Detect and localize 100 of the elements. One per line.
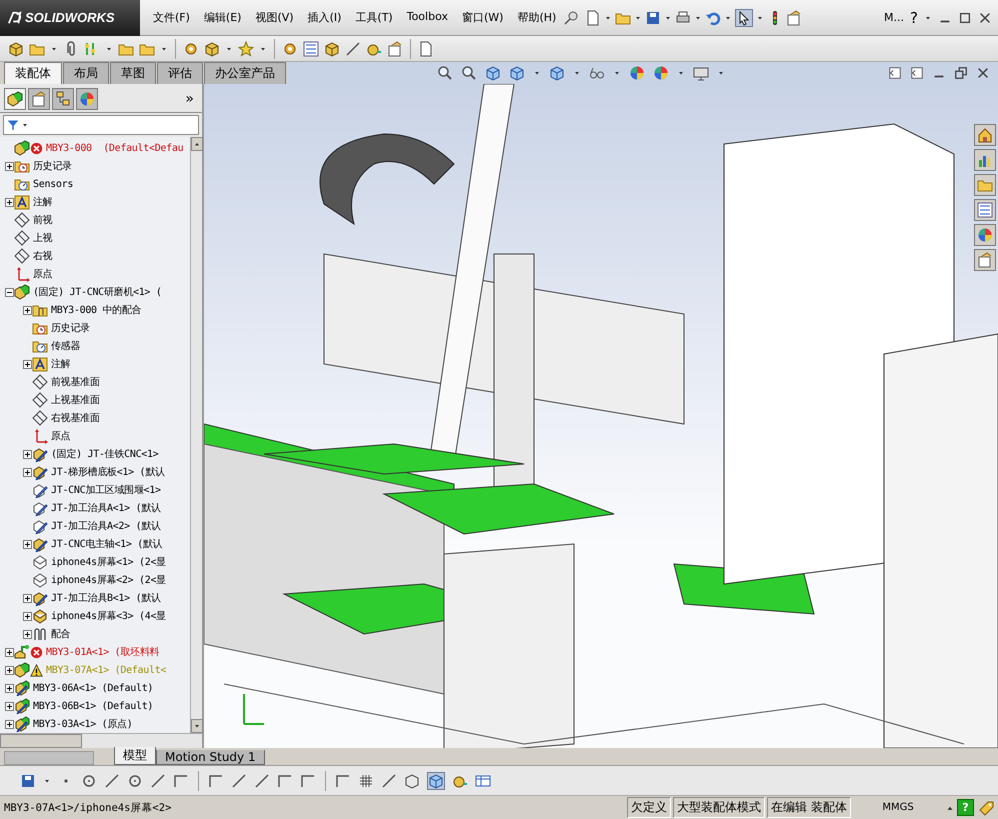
tree-item[interactable]: JT-CNC加工区域围堰<1> xyxy=(51,483,161,497)
cube-icon[interactable] xyxy=(428,772,444,788)
command-tab[interactable]: 装配体 xyxy=(4,62,62,84)
cube-icon[interactable] xyxy=(549,65,565,81)
horizontal-scrollbar[interactable] xyxy=(0,733,202,748)
toolbar-label[interactable]: M... xyxy=(884,11,904,24)
expand-toggle[interactable] xyxy=(22,630,32,638)
tree-item[interactable]: 历史记录 xyxy=(51,321,90,335)
tree-item[interactable]: JT-加工治具A<1> (默认 xyxy=(51,501,161,515)
menu-item[interactable]: 帮助(H) xyxy=(510,8,564,27)
tree-item[interactable]: MBY3-01A<1> (取坯料料 xyxy=(46,645,160,659)
tree-item[interactable]: iphone4s屏幕<3> (4<显 xyxy=(51,609,166,623)
expand-toggle[interactable] xyxy=(4,702,14,710)
expand-toggle[interactable] xyxy=(22,540,32,548)
tree-item[interactable]: 右视 xyxy=(33,249,52,263)
panel-tab[interactable] xyxy=(4,88,26,110)
tree-item[interactable]: 右视基准面 xyxy=(51,411,100,425)
home-icon[interactable] xyxy=(977,127,993,143)
zoom-area-icon[interactable] xyxy=(461,65,477,81)
expand-toggle[interactable] xyxy=(22,594,32,602)
save-icon[interactable] xyxy=(645,10,662,26)
tree-item[interactable]: JT-加工治具B<1> (默认 xyxy=(51,591,161,605)
tree-item[interactable]: 前视基准面 xyxy=(51,375,100,389)
corner-icon[interactable] xyxy=(173,772,189,788)
new-document-icon[interactable] xyxy=(585,10,602,26)
tree-item[interactable]: 注解 xyxy=(51,357,70,371)
panel-tab[interactable] xyxy=(28,88,50,110)
tree-item[interactable]: 配合 xyxy=(51,627,70,641)
restore-icon[interactable] xyxy=(954,66,968,80)
tree-item[interactable]: 原点 xyxy=(51,429,70,443)
menu-item[interactable]: 工具(T) xyxy=(348,8,400,27)
tree-item[interactable]: 上视 xyxy=(33,231,52,245)
circle-icon[interactable] xyxy=(81,772,97,788)
tree-item[interactable]: 原点 xyxy=(33,267,52,281)
tree-item[interactable]: (固定) JT-佳铁CNC<1> xyxy=(51,447,158,461)
tag-icon[interactable] xyxy=(978,800,994,816)
more-tabs-button[interactable]: » xyxy=(185,91,198,107)
monitor-icon[interactable] xyxy=(693,65,709,81)
line-icon[interactable] xyxy=(104,772,120,788)
menu-item[interactable]: 插入(I) xyxy=(300,8,348,27)
expand-toggle[interactable] xyxy=(22,360,32,368)
tile-left-icon[interactable] xyxy=(888,66,902,80)
expand-toggle[interactable] xyxy=(4,684,14,692)
tree-item[interactable]: (固定) JT-CNC研磨机<1> ( xyxy=(33,285,162,299)
color-ball-icon[interactable] xyxy=(977,227,993,243)
table-icon[interactable] xyxy=(475,772,491,788)
tree-item[interactable]: MBY3-000 中的配合 xyxy=(51,303,142,317)
expand-toggle[interactable] xyxy=(22,450,32,458)
tree-item[interactable]: iphone4s屏幕<1> (2<显 xyxy=(51,555,166,569)
panel-tab[interactable] xyxy=(52,88,74,110)
cad-viewport-drawing[interactable] xyxy=(204,84,998,748)
grid-icon[interactable] xyxy=(358,772,374,788)
tree-item[interactable]: JT-梯形槽底板<1> (默认 xyxy=(51,465,165,479)
expand-toggle[interactable] xyxy=(22,468,32,476)
command-tab[interactable]: 评估 xyxy=(157,62,203,84)
print-icon[interactable] xyxy=(675,10,692,26)
tree-item[interactable]: iphone4s屏幕<2> (2<显 xyxy=(51,573,166,587)
menu-item[interactable]: 窗口(W) xyxy=(454,8,510,27)
menu-item[interactable]: 编辑(E) xyxy=(196,8,248,27)
close-icon[interactable] xyxy=(976,66,990,80)
model-tab[interactable]: Motion Study 1 xyxy=(156,750,265,765)
command-tab[interactable]: 布局 xyxy=(63,62,109,84)
corner-icon[interactable] xyxy=(277,772,293,788)
list-icon[interactable] xyxy=(977,202,993,218)
filter-field[interactable] xyxy=(3,115,199,135)
menu-item[interactable]: Toolbox xyxy=(400,8,455,27)
vertical-scrollbar[interactable] xyxy=(190,137,202,733)
command-tab[interactable]: 办公室产品 xyxy=(204,62,286,84)
menu-item[interactable]: 文件(F) xyxy=(146,8,197,27)
units-selector[interactable]: MMGS xyxy=(853,802,943,813)
tree-item[interactable]: Sensors xyxy=(33,178,74,190)
expand-toggle[interactable] xyxy=(4,720,14,728)
star-icon[interactable] xyxy=(238,40,254,56)
block-icon[interactable] xyxy=(204,40,220,56)
tile-right-icon[interactable] xyxy=(910,66,924,80)
tree-item[interactable]: 前视 xyxy=(33,213,52,227)
tree-item[interactable]: 上视基准面 xyxy=(51,393,100,407)
expand-toggle[interactable] xyxy=(22,306,32,314)
save-icon[interactable] xyxy=(20,772,36,788)
tree-item[interactable]: 历史记录 xyxy=(33,159,72,173)
tree-item[interactable]: JT-CNC电主轴<1> (默认 xyxy=(51,537,162,551)
color-ball-icon[interactable] xyxy=(629,65,645,81)
expand-toggle[interactable] xyxy=(4,162,14,170)
list-icon[interactable] xyxy=(303,40,319,56)
tree-item[interactable]: 注解 xyxy=(33,195,52,209)
tree-item[interactable]: MBY3-000 (Default<Defau xyxy=(46,142,184,154)
options-icon[interactable] xyxy=(977,252,993,268)
expand-toggle[interactable] xyxy=(4,198,14,206)
help-button[interactable]: ? xyxy=(910,8,918,26)
arrow-down-icon[interactable] xyxy=(193,722,201,730)
options-icon[interactable] xyxy=(786,10,802,26)
expand-toggle[interactable] xyxy=(4,648,14,656)
menu-item[interactable]: 视图(V) xyxy=(248,8,301,27)
expand-toggle[interactable] xyxy=(4,666,14,674)
tree-item[interactable]: MBY3-03A<1> (原点) xyxy=(33,717,132,731)
document-icon[interactable] xyxy=(418,40,434,56)
zoom-icon[interactable] xyxy=(437,65,453,81)
tree-item[interactable]: MBY3-06B<1> (Default) xyxy=(33,700,154,712)
collapse-toggle[interactable] xyxy=(4,288,14,296)
glasses-icon[interactable] xyxy=(589,65,605,81)
